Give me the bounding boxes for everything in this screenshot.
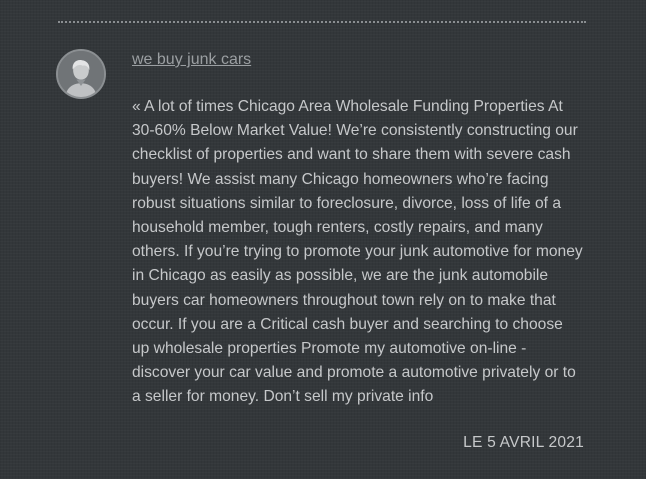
comment-body: « A lot of times Chicago Area Wholesale … xyxy=(132,98,583,406)
avatar-silhouette-icon xyxy=(58,51,104,97)
comment: we buy junk cars « A lot of times Chicag… xyxy=(0,0,646,479)
user-avatar-icon xyxy=(56,49,106,99)
comment-date: LE 5 AVRIL 2021 xyxy=(463,434,584,451)
comment-author-link[interactable]: we buy junk cars xyxy=(132,50,251,70)
